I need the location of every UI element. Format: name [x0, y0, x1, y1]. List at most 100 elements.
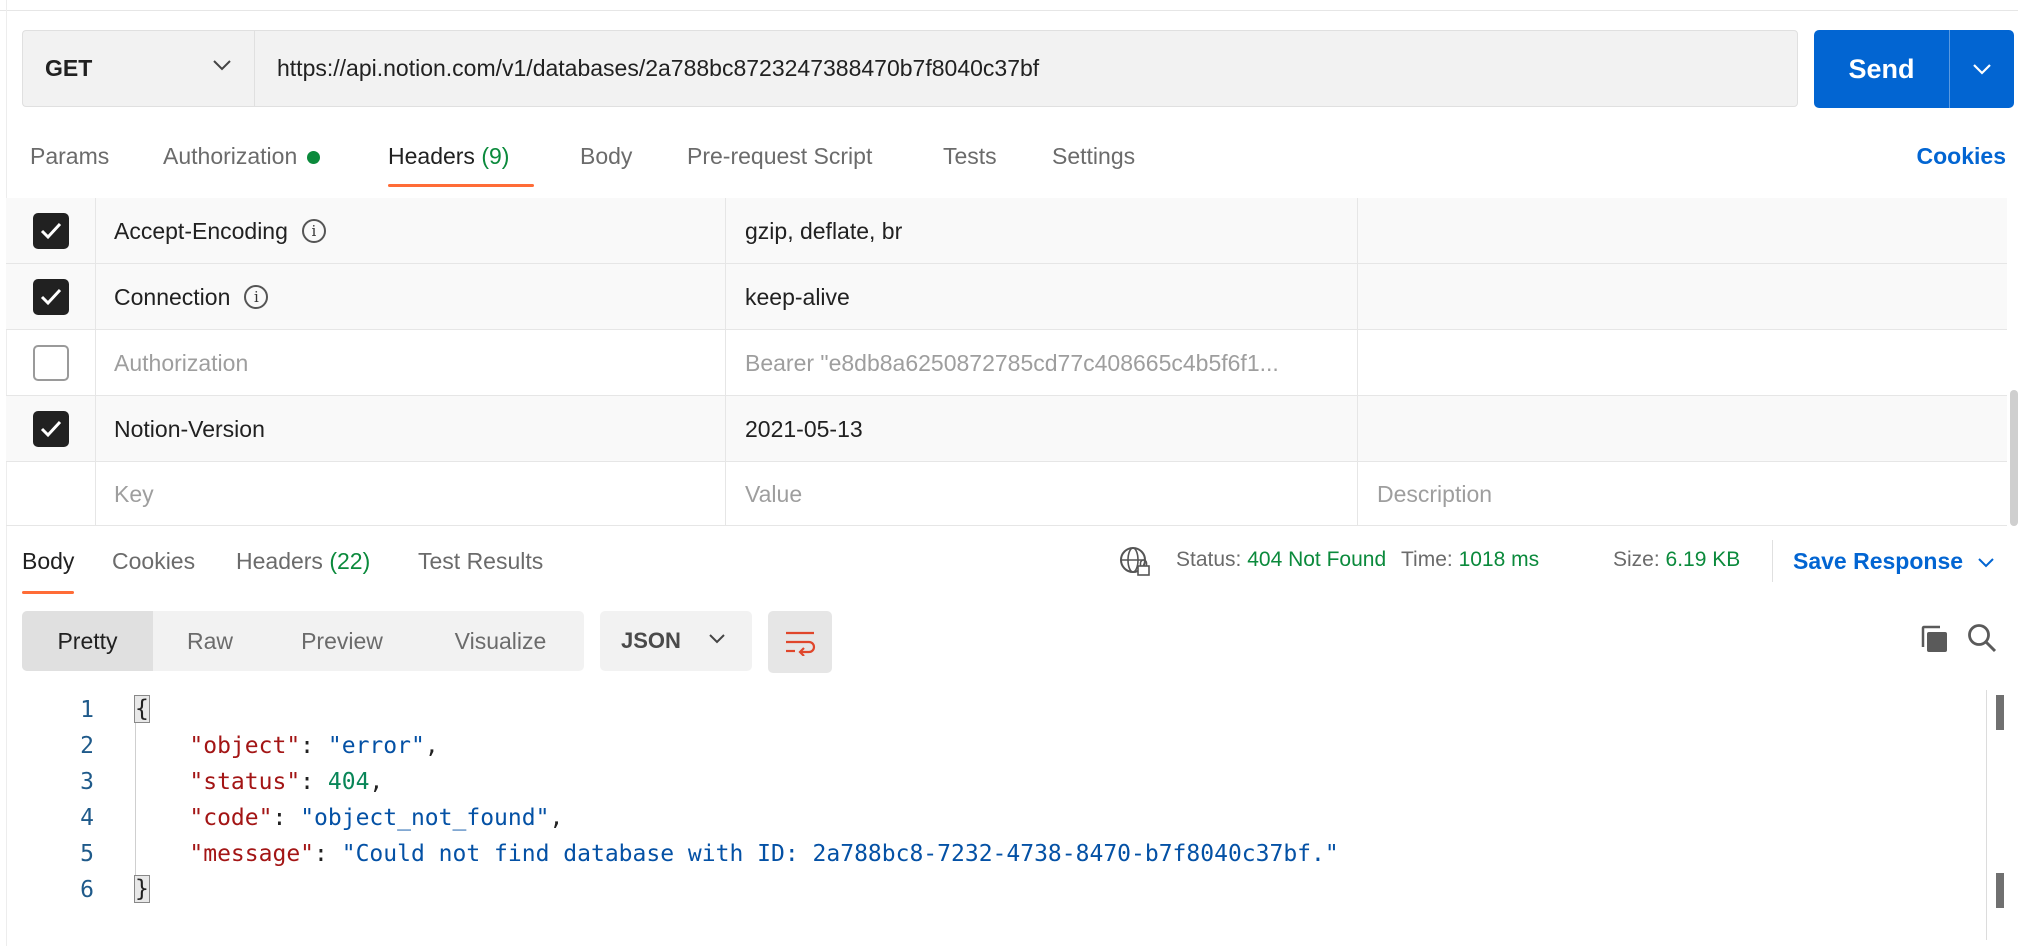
wrap-lines-button[interactable] [768, 611, 832, 673]
header-key: Accept-Encoding [114, 217, 288, 244]
res-tab-test-results[interactable]: Test Results [418, 548, 543, 594]
header-key: Authorization [114, 349, 249, 376]
header-value-cell[interactable]: keep-alive [726, 264, 1358, 330]
res-tab-cookies[interactable]: Cookies [112, 548, 195, 594]
tab-settings[interactable]: Settings [1052, 135, 1135, 187]
response-tabs: Body Cookies Headers (22) Test Results [22, 548, 722, 594]
tab-prerequest-script[interactable]: Pre-request Script [687, 135, 872, 187]
view-visualize[interactable]: Visualize [417, 611, 584, 671]
header-key-cell[interactable]: Connection i [96, 264, 726, 330]
wrap-lines-icon [786, 631, 816, 656]
row-check-cell [6, 330, 96, 396]
checkmark-icon [40, 420, 61, 438]
res-tab-headers-count: (22) [329, 548, 371, 574]
size-value: 6.19 KB [1665, 548, 1741, 571]
view-preview[interactable]: Preview [267, 611, 417, 671]
status-indicator[interactable]: Status: 404 Not Found [1176, 548, 1386, 572]
json-key: "object" [189, 733, 301, 759]
header-checkbox[interactable] [32, 213, 69, 249]
new-value-input[interactable]: Value [726, 462, 1358, 526]
header-key-cell[interactable]: Accept-Encoding i [96, 198, 726, 264]
url-input[interactable]: https://api.notion.com/v1/databases/2a78… [254, 30, 1798, 107]
code-line: "object": "error", [189, 733, 439, 759]
chevron-down-icon [213, 60, 231, 71]
header-description-cell[interactable] [1358, 330, 2007, 396]
tab-body-label: Body [580, 143, 633, 169]
tab-tests[interactable]: Tests [943, 135, 997, 187]
tab-authorization-label: Authorization [163, 143, 298, 169]
method-select[interactable]: GET [22, 30, 254, 107]
value-placeholder: Value [745, 480, 803, 507]
header-checkbox[interactable] [32, 345, 69, 381]
header-checkbox[interactable] [32, 411, 69, 447]
header-key-cell[interactable]: Authorization [96, 330, 726, 396]
header-checkbox[interactable] [32, 279, 69, 315]
header-value-cell[interactable]: gzip, deflate, br [726, 198, 1358, 264]
line-number: 5 [80, 841, 94, 867]
status-label: Status: [1176, 548, 1242, 571]
table-row-new: Key Value Description [6, 462, 2007, 526]
json-string: "Could not find database with ID: 2a788b… [341, 841, 1339, 867]
header-description-cell[interactable] [1358, 264, 2007, 330]
save-response-button[interactable]: Save Response [1793, 548, 1995, 575]
res-tab-body-label: Body [22, 548, 75, 574]
status-value: 404 Not Found [1247, 548, 1387, 571]
info-icon[interactable]: i [301, 219, 326, 243]
chevron-down-icon [1978, 558, 1995, 568]
info-icon[interactable]: i [244, 285, 269, 309]
code-line: "status": 404, [189, 769, 384, 795]
row-check-cell [6, 396, 96, 462]
copy-icon[interactable] [1918, 623, 1950, 655]
send-button[interactable]: Send [1814, 30, 1949, 108]
time-indicator[interactable]: Time: 1018 ms [1401, 548, 1539, 572]
header-description-cell[interactable] [1358, 198, 2007, 264]
format-select[interactable]: JSON [600, 611, 752, 671]
new-key-input[interactable]: Key [96, 462, 726, 526]
table-scrollbar[interactable] [2010, 390, 2018, 526]
size-indicator[interactable]: Size: 6.19 KB [1613, 548, 1740, 572]
json-string: "error" [327, 733, 425, 759]
new-description-input[interactable]: Description [1358, 462, 2007, 526]
tab-body[interactable]: Body [580, 135, 632, 187]
header-key-cell[interactable]: Notion-Version [96, 396, 726, 462]
res-tab-headers-label: Headers [236, 548, 323, 574]
save-response-label: Save Response [1793, 548, 1964, 574]
editor-scroll-track[interactable] [1986, 690, 1987, 940]
auth-status-dot [307, 151, 321, 164]
json-key: "code" [189, 805, 273, 831]
close-brace: } [134, 875, 150, 903]
view-pretty[interactable]: Pretty [22, 611, 153, 671]
globe-lock-icon[interactable] [1118, 545, 1152, 579]
send-dropdown-button[interactable] [1950, 30, 2014, 108]
res-tab-test-results-label: Test Results [418, 548, 544, 574]
tab-params-label: Params [30, 143, 110, 169]
search-icon[interactable] [1966, 622, 1998, 654]
chevron-down-icon [709, 634, 725, 644]
code-line: "message": "Could not find database with… [189, 841, 1339, 867]
line-number: 1 [80, 697, 94, 723]
format-label: JSON [621, 628, 681, 653]
checkmark-icon [40, 288, 61, 306]
time-value: 1018 ms [1458, 548, 1540, 571]
header-value: 2021-05-13 [745, 415, 863, 442]
header-description-cell[interactable] [1358, 396, 2007, 462]
row-check-cell [6, 462, 96, 526]
res-tab-headers[interactable]: Headers (22) [236, 548, 370, 594]
code-line: { [134, 695, 150, 723]
send-button-group: Send [1814, 30, 2014, 108]
tab-authorization[interactable]: Authorization [163, 135, 321, 187]
tab-params[interactable]: Params [30, 135, 109, 187]
table-row: Connection i keep-alive [6, 264, 2007, 330]
tab-headers[interactable]: Headers (9) [388, 135, 534, 187]
tab-tests-label: Tests [943, 143, 997, 169]
header-value-cell[interactable]: Bearer "e8db8a6250872785cd77c408665c4b5f… [726, 330, 1358, 396]
cookies-link[interactable]: Cookies [1917, 143, 2006, 170]
view-raw[interactable]: Raw [153, 611, 267, 671]
res-tab-body[interactable]: Body [22, 548, 75, 594]
header-value-cell[interactable]: 2021-05-13 [726, 396, 1358, 462]
row-check-cell [6, 198, 96, 264]
code-line: } [134, 875, 150, 903]
row-check-cell [6, 264, 96, 330]
json-key: "message" [189, 841, 315, 867]
key-placeholder: Key [114, 480, 154, 507]
